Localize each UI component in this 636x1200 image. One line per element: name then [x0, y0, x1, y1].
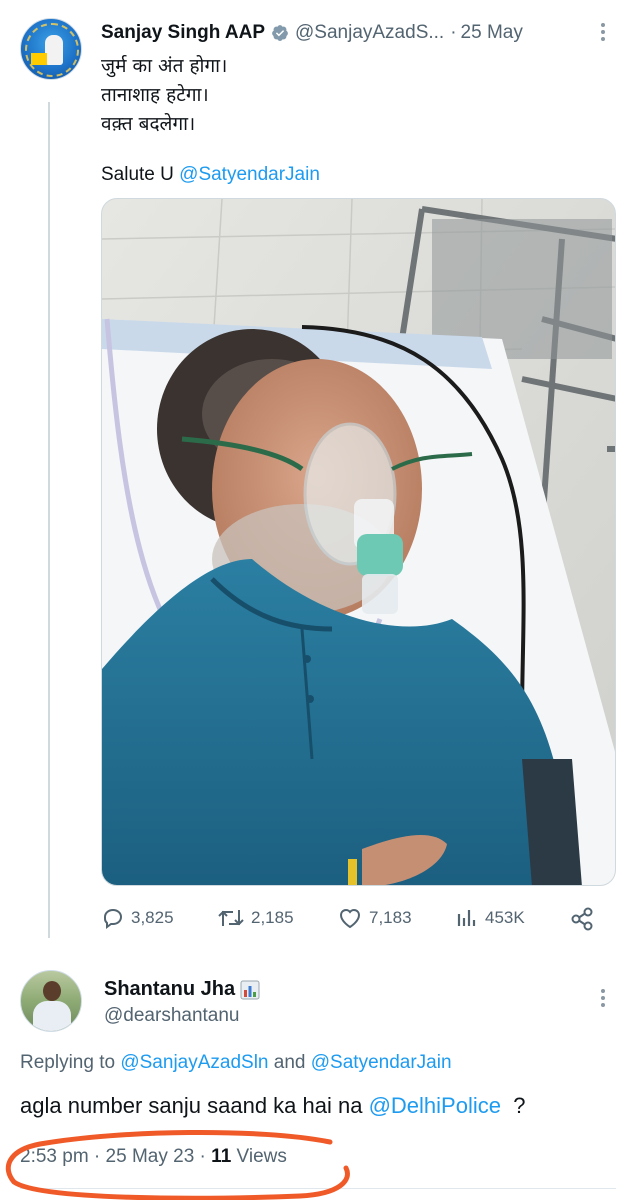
replying-mention-2[interactable]: @SatyendarJain	[311, 1052, 452, 1073]
views-count: 453K	[485, 908, 525, 927]
like-action[interactable]: 7,183	[337, 906, 412, 930]
replier-name[interactable]: Shantanu Jha	[104, 978, 235, 1001]
share-action[interactable]	[569, 906, 601, 932]
meta-dot: ·	[194, 1146, 212, 1167]
thread-connector-line	[48, 102, 50, 938]
like-count: 7,183	[369, 908, 412, 927]
retweet-count: 2,185	[251, 908, 294, 927]
tweet-header: Sanjay Singh AAP @SanjayAzadS... · 25 Ma…	[101, 22, 523, 44]
view-count: 11	[211, 1146, 232, 1167]
views-action[interactable]: 453K	[455, 906, 525, 930]
replying-mention-1[interactable]: @SanjayAzadSln	[120, 1052, 268, 1073]
meta-dot: ·	[88, 1146, 106, 1167]
meta-separator: ·	[450, 22, 457, 43]
bar-chart-icon	[240, 980, 260, 999]
reply-date[interactable]: 25 May 23	[106, 1146, 195, 1167]
reply-suffix: ?	[500, 1093, 526, 1118]
divider	[20, 1188, 616, 1189]
mention-link[interactable]: @SatyendarJain	[179, 164, 320, 185]
view-label: Views	[231, 1146, 287, 1167]
retweet-icon	[218, 910, 244, 926]
heart-icon	[339, 909, 361, 929]
avatar-sign	[31, 53, 47, 65]
author-name[interactable]: Sanjay Singh AAP	[101, 22, 265, 44]
tweet-date[interactable]: 25 May	[461, 22, 523, 44]
verified-badge-icon	[272, 25, 288, 41]
tweet-body: जुर्म का अंत होगा। तानाशाह हटेगा। वक़्त …	[101, 52, 227, 139]
avatar-shirt	[33, 1001, 71, 1031]
reply-body: agla number sanju saand ka hai na @Delhi…	[20, 1093, 525, 1119]
replying-joiner: and	[268, 1052, 311, 1073]
author-handle[interactable]: @SanjayAzadS...	[295, 22, 444, 44]
more-options-icon[interactable]	[596, 20, 610, 44]
reply-count: 3,825	[131, 908, 174, 927]
tweet-actions: 3,825 2,185 7,183 453K	[101, 902, 601, 936]
avatar-head	[43, 981, 61, 1001]
tweet-photo[interactable]	[101, 198, 616, 886]
reply-action[interactable]: 3,825	[101, 906, 174, 930]
replier-handle[interactable]: @dearshantanu	[104, 1005, 240, 1027]
reply-mention[interactable]: @DelhiPolice	[369, 1093, 501, 1118]
reply-time[interactable]: 2:53 pm	[20, 1146, 89, 1167]
reply-header: Shantanu Jha	[104, 978, 260, 1001]
replier-avatar[interactable]	[20, 970, 82, 1032]
views-chart-icon	[457, 910, 476, 926]
more-options-icon[interactable]	[596, 986, 610, 1010]
replying-to-line: Replying to @SanjayAzadSln and @Satyenda…	[20, 1052, 452, 1074]
salute-text: Salute U	[101, 164, 180, 185]
tweet-line-1: जुर्म का अंत होगा।	[101, 55, 228, 77]
share-icon	[571, 907, 593, 931]
photo-illustration	[102, 199, 615, 885]
reply-meta: 2:53 pm · 25 May 23 · 11 Views	[20, 1146, 287, 1168]
avatar-figure	[45, 35, 63, 65]
author-avatar[interactable]	[20, 18, 82, 80]
retweet-action[interactable]: 2,185	[217, 906, 294, 930]
tweet-salute-line: Salute U @SatyendarJain	[101, 162, 320, 188]
tweet-line-2: तानाशाह हटेगा।	[101, 84, 209, 106]
reply-text: agla number sanju saand ka hai na	[20, 1093, 369, 1118]
tweet-line-3: वक़्त बदलेगा।	[101, 113, 196, 135]
reply-icon	[104, 908, 123, 929]
replying-prefix: Replying to	[20, 1052, 121, 1073]
